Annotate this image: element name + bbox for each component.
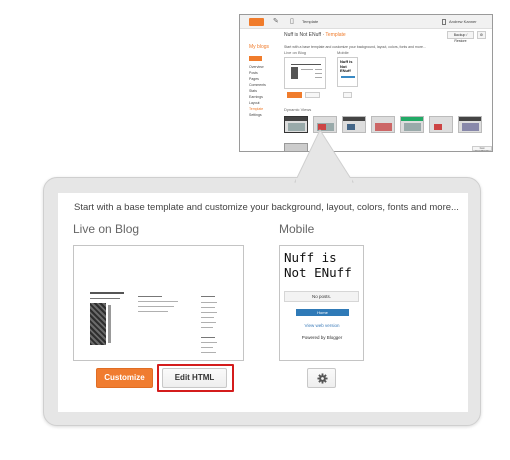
thumb-feedback-button[interactable]: Got Feedback: [472, 146, 492, 151]
preview-line: [201, 307, 215, 308]
preview-line: [201, 347, 213, 348]
thumb-mobile-home: [341, 76, 355, 78]
thumb-template-option[interactable]: [458, 116, 482, 133]
preview-line: [201, 302, 217, 303]
preview-line: [138, 306, 174, 307]
mobile-blog-title: Nuff is Not ENuff: [284, 250, 352, 280]
preview-line: [201, 312, 217, 313]
thumb-customize-button[interactable]: [287, 92, 302, 98]
mobile-settings-button[interactable]: [307, 368, 336, 388]
live-on-blog-heading: Live on Blog: [73, 222, 140, 236]
preview-line: [138, 296, 162, 297]
thumb-dynamic-views-label: Dynamic Views: [284, 107, 312, 112]
thumb-breadcrumb: Nuff is Not ENuff · Template: [284, 32, 346, 38]
thumb-template-option[interactable]: [371, 116, 395, 133]
user-icon: [442, 19, 446, 25]
mobile-powered-by: Powered by Blogger: [301, 335, 343, 340]
thumb-intro: Start with a base template and customize…: [284, 45, 426, 49]
thumb-live-line: [291, 64, 321, 65]
thumb-edit-html-button[interactable]: [305, 92, 320, 98]
edit-html-button[interactable]: Edit HTML: [162, 368, 227, 388]
preview-line: [138, 311, 168, 312]
thumb-live-line: [315, 73, 322, 74]
thumb-live-label: Live on Blog: [284, 50, 307, 55]
thumb-template-strip: [284, 114, 488, 136]
thumb-settings-button[interactable]: ⚙: [477, 31, 486, 39]
thumb-mobile-label: Mobile: [337, 50, 349, 55]
thumb-live-preview[interactable]: [284, 57, 326, 89]
thumb-live-line: [301, 69, 313, 70]
thumb-top-bar: ✎ ▯ Template Andrew Kanner: [240, 15, 492, 29]
thumb-template-option[interactable]: [429, 116, 453, 133]
blogger-logo-icon[interactable]: [249, 18, 264, 26]
thumb-template-option[interactable]: [400, 116, 424, 133]
mobile-home-button: Home: [296, 309, 349, 316]
preview-line: [201, 322, 216, 323]
page-icon[interactable]: ▯: [290, 18, 296, 25]
live-blog-preview[interactable]: [73, 245, 244, 361]
preview-line: [201, 327, 213, 328]
thumb-blog-name: Nuff is Not ENuff: [284, 32, 322, 38]
pencil-icon[interactable]: ✎: [273, 18, 279, 25]
thumb-live-image: [291, 67, 298, 79]
thumb-page-name: Template: [325, 32, 346, 38]
thumb-template-option[interactable]: [284, 116, 308, 133]
thumb-sidebar-item[interactable]: Settings: [249, 112, 279, 118]
template-intro: Start with a base template and customize…: [74, 202, 459, 213]
preview-line: [201, 317, 214, 318]
thumb-backup-button[interactable]: Backup / Restore: [447, 31, 474, 43]
thumb-user-name[interactable]: Andrew Kanner: [449, 19, 477, 24]
thumb-template-row2[interactable]: [284, 143, 308, 151]
thumb-sidebar: My blogs Overview Posts Pages Comments S…: [249, 44, 279, 118]
thumb-my-blogs[interactable]: My blogs: [249, 44, 279, 50]
thumb-mobile-preview[interactable]: Nuff is Not ENuff: [337, 57, 358, 87]
thumb-template-option[interactable]: [342, 116, 366, 133]
thumb-template-option[interactable]: [313, 116, 337, 133]
mobile-heading: Mobile: [279, 222, 315, 236]
preview-line: [138, 301, 178, 302]
mobile-view-web-link: View web version: [304, 323, 340, 328]
customize-button[interactable]: Customize: [96, 368, 153, 388]
mobile-no-posts: No posts.: [284, 291, 359, 302]
thumb-mobile-settings-button[interactable]: [343, 92, 352, 98]
preview-line: [201, 337, 215, 338]
preview-line: [201, 296, 215, 297]
preview-line: [201, 352, 216, 353]
thumb-live-line: [315, 77, 322, 78]
preview-post-image-edge: [108, 305, 111, 343]
thumb-header-item: Template: [302, 19, 319, 24]
preview-post-image: [90, 303, 106, 345]
screenshot-thumbnail: ✎ ▯ Template Andrew Kanner My blogs Over…: [239, 14, 493, 152]
preview-line: [201, 342, 217, 343]
thumb-live-line: [315, 69, 322, 70]
thumb-mobile-title: Nuff is Not ENuff: [340, 59, 353, 73]
preview-line: [90, 298, 120, 299]
preview-header-bar: [90, 292, 124, 294]
gear-icon: [317, 373, 328, 384]
thumb-new-post-button[interactable]: [249, 56, 262, 61]
